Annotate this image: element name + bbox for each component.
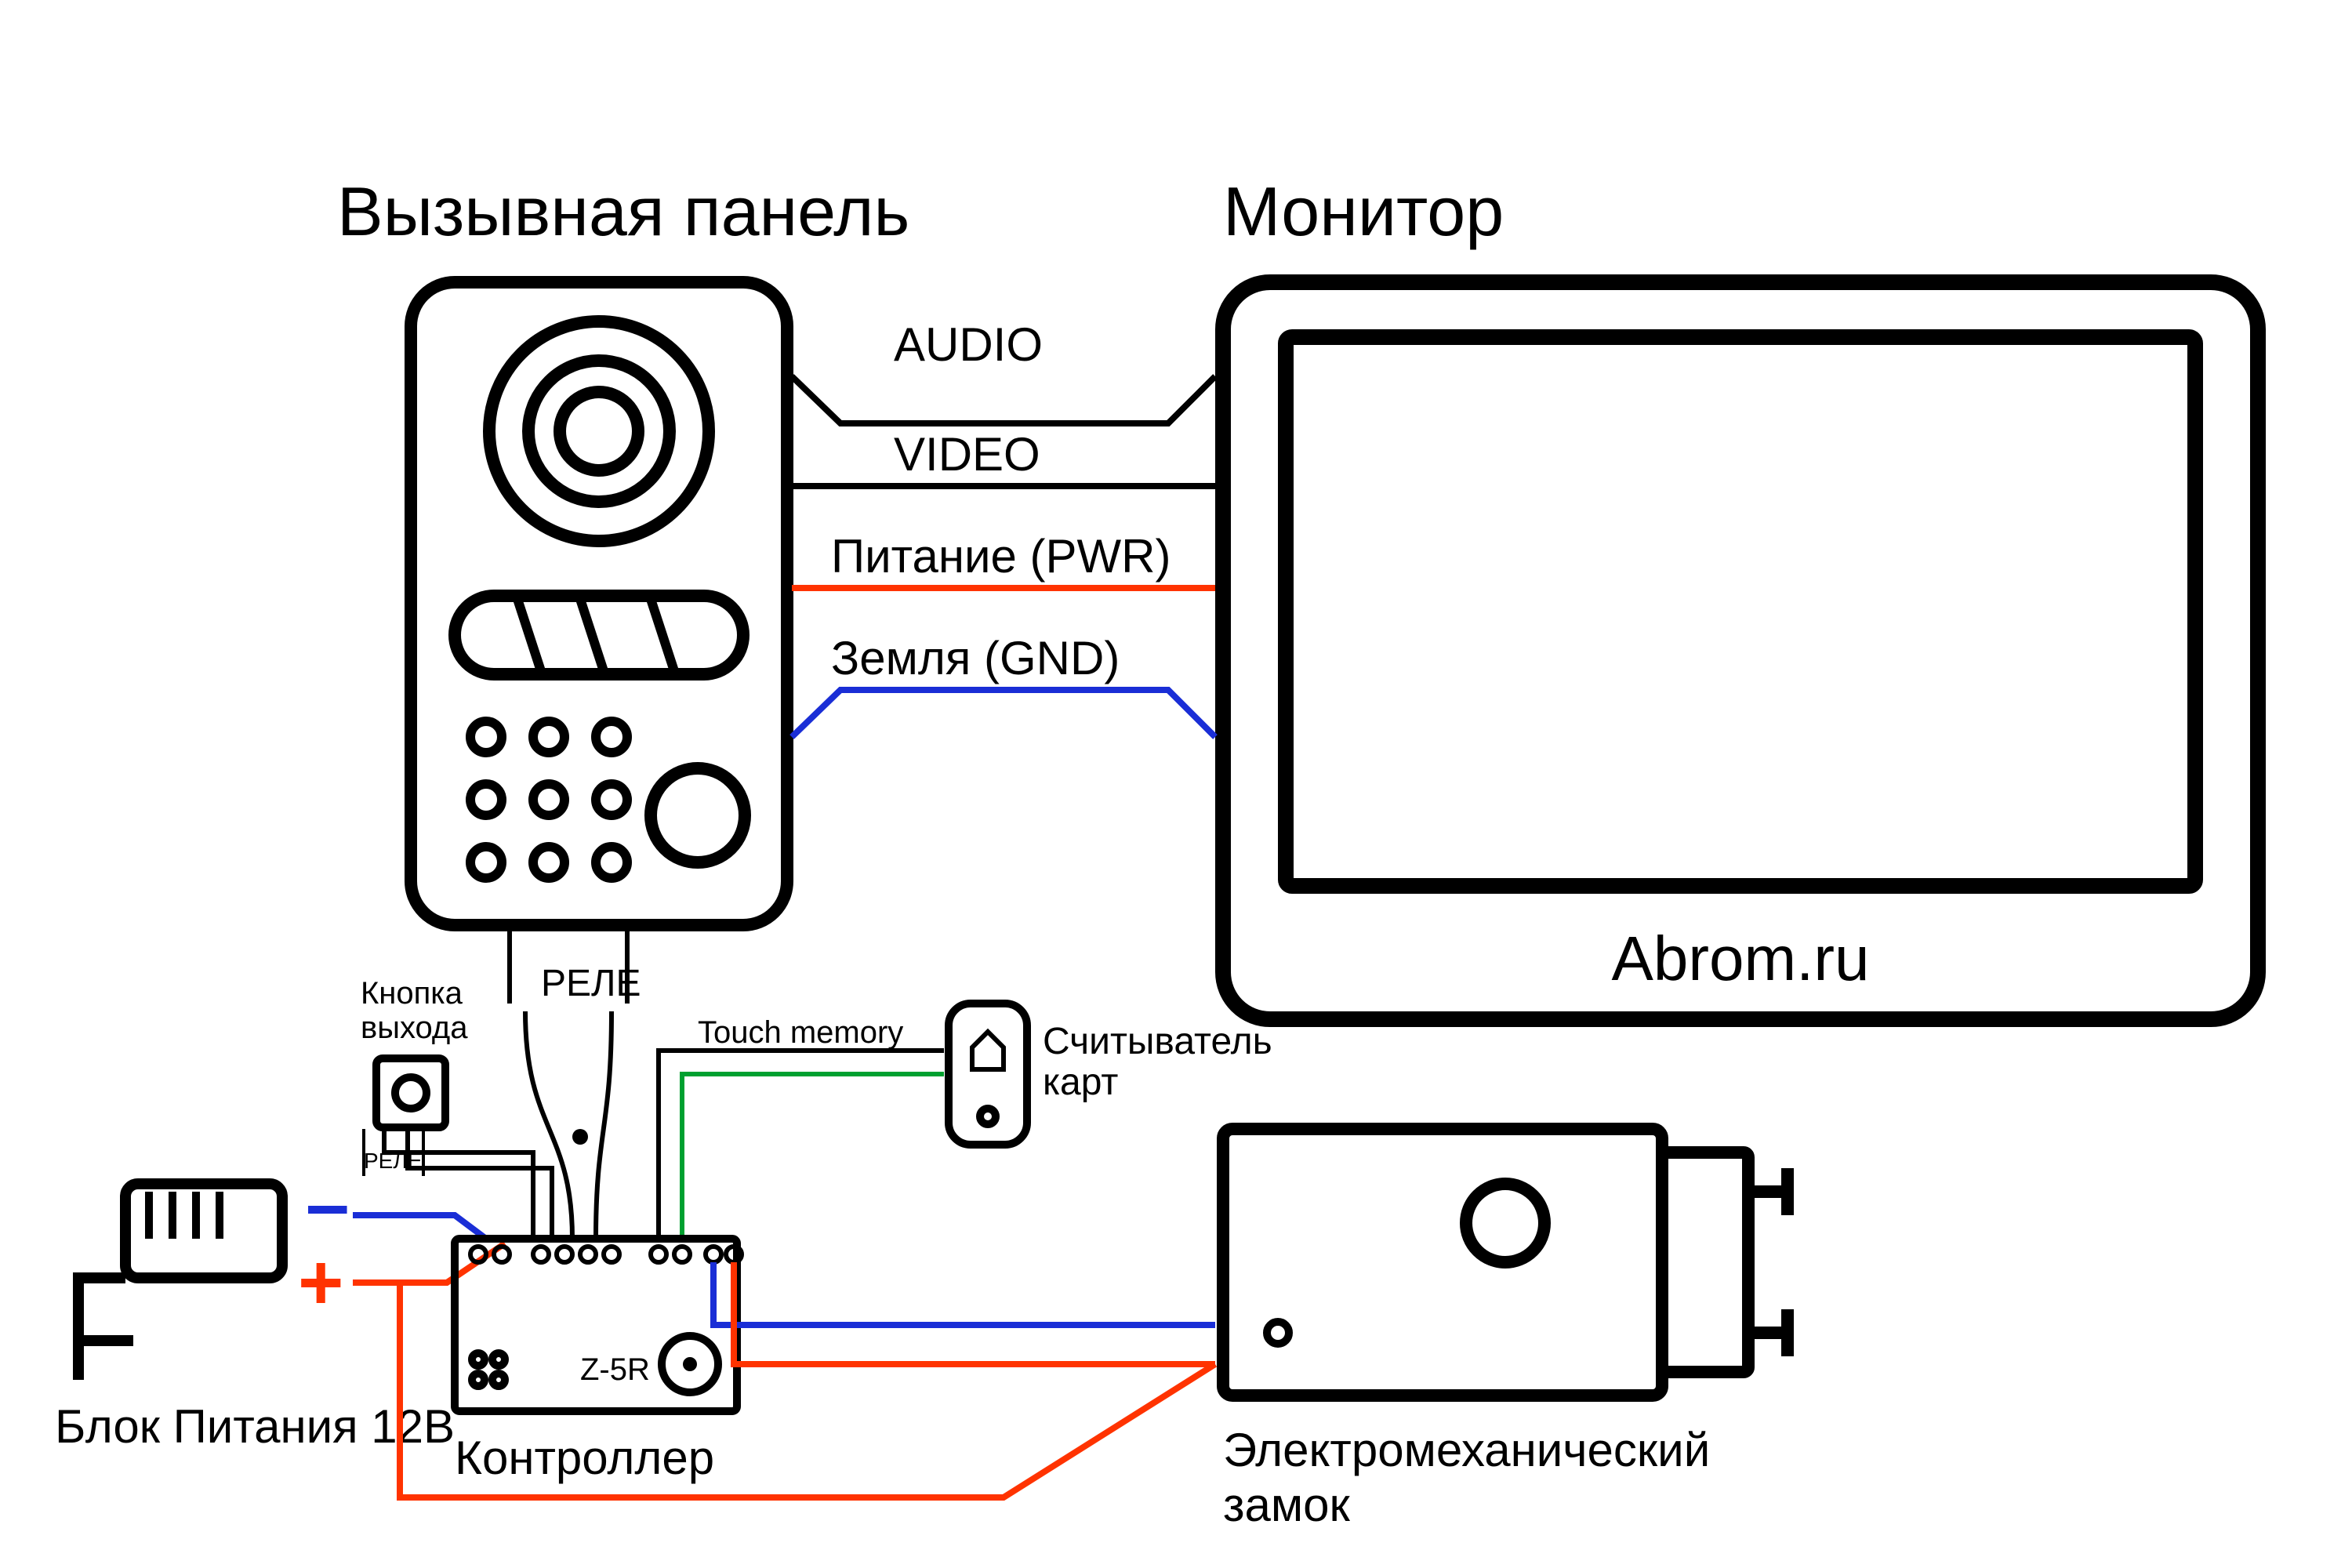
call-panel-title: Вызывная панель [337, 172, 909, 250]
exit-wire-b [408, 1129, 552, 1239]
audio-wire [792, 376, 1215, 423]
lock-minus-wire [713, 1262, 1215, 1325]
card-reader-icon [949, 1004, 1027, 1145]
ground-label: Земля (GND) [831, 632, 1120, 684]
touch-wire-b [682, 1074, 944, 1239]
ground-wire [792, 690, 1215, 737]
controller-title: Контроллер [455, 1432, 714, 1484]
exit-button-label-1: Кнопка [361, 976, 463, 1011]
lock-title-1: Электромеханический [1223, 1424, 1710, 1476]
lock-icon [1223, 1129, 1788, 1396]
power-supply-icon [78, 1184, 282, 1380]
video-label: VIDEO [894, 428, 1040, 481]
card-reader-label-1: Считыватель [1043, 1021, 1272, 1062]
minus-symbol: – [306, 1160, 350, 1248]
relay-wire-b [596, 1011, 612, 1239]
card-reader-label-2: карт [1043, 1062, 1118, 1103]
exit-button-label-2: выхода [361, 1011, 468, 1045]
lock-title-2: замок [1223, 1479, 1350, 1531]
controller-model: Z-5R [580, 1352, 650, 1387]
touch-wire-a [659, 1051, 944, 1239]
monitor-title: Монитор [1223, 172, 1504, 250]
exit-button-icon [376, 1058, 445, 1127]
audio-label: AUDIO [894, 318, 1043, 371]
plus-symbol: + [298, 1239, 343, 1327]
touch-memory-label: Touch memory [698, 1015, 903, 1050]
monitor-icon [1223, 282, 2258, 1019]
psu-title: Блок Питания 12В [55, 1400, 455, 1453]
power-label: Питание (PWR) [831, 530, 1171, 583]
call-panel-icon [411, 282, 787, 925]
brand-label: Abrom.ru [1612, 924, 1870, 993]
